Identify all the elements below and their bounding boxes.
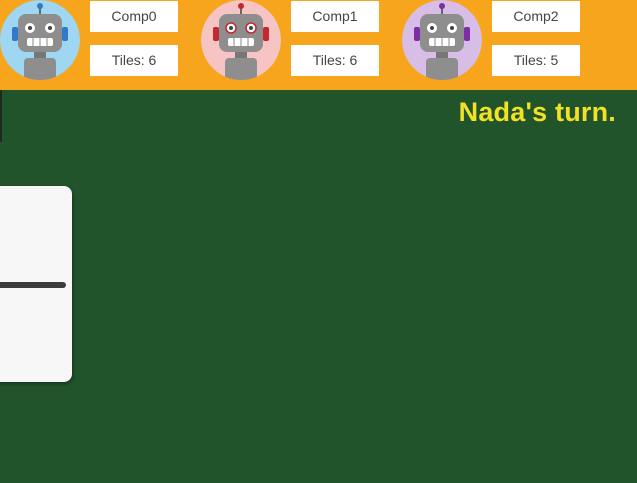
opponent-comp1: Comp1 Tiles: 6 — [201, 0, 391, 90]
panel-edge — [0, 90, 2, 142]
game-root: Comp0 Tiles: 6 Comp1 Tiles: 6 Comp2 Tile… — [0, 0, 637, 483]
domino-tile[interactable] — [0, 186, 72, 382]
domino-divider — [0, 282, 66, 288]
opponent-comp2: Comp2 Tiles: 5 — [402, 0, 592, 90]
robot-icon — [402, 0, 482, 80]
opponent-comp0: Comp0 Tiles: 6 — [0, 0, 190, 90]
opponents-bar: Comp0 Tiles: 6 Comp1 Tiles: 6 Comp2 Tile… — [0, 0, 637, 90]
robot-icon — [0, 0, 80, 80]
opponent-tile-count: Tiles: 6 — [90, 45, 178, 76]
opponent-name: Comp2 — [492, 1, 580, 32]
robot-icon — [201, 0, 281, 80]
opponent-tile-count: Tiles: 6 — [291, 45, 379, 76]
opponent-name: Comp0 — [90, 1, 178, 32]
opponent-tile-count: Tiles: 5 — [492, 45, 580, 76]
turn-status: Nada's turn. — [458, 97, 616, 127]
opponent-name: Comp1 — [291, 1, 379, 32]
